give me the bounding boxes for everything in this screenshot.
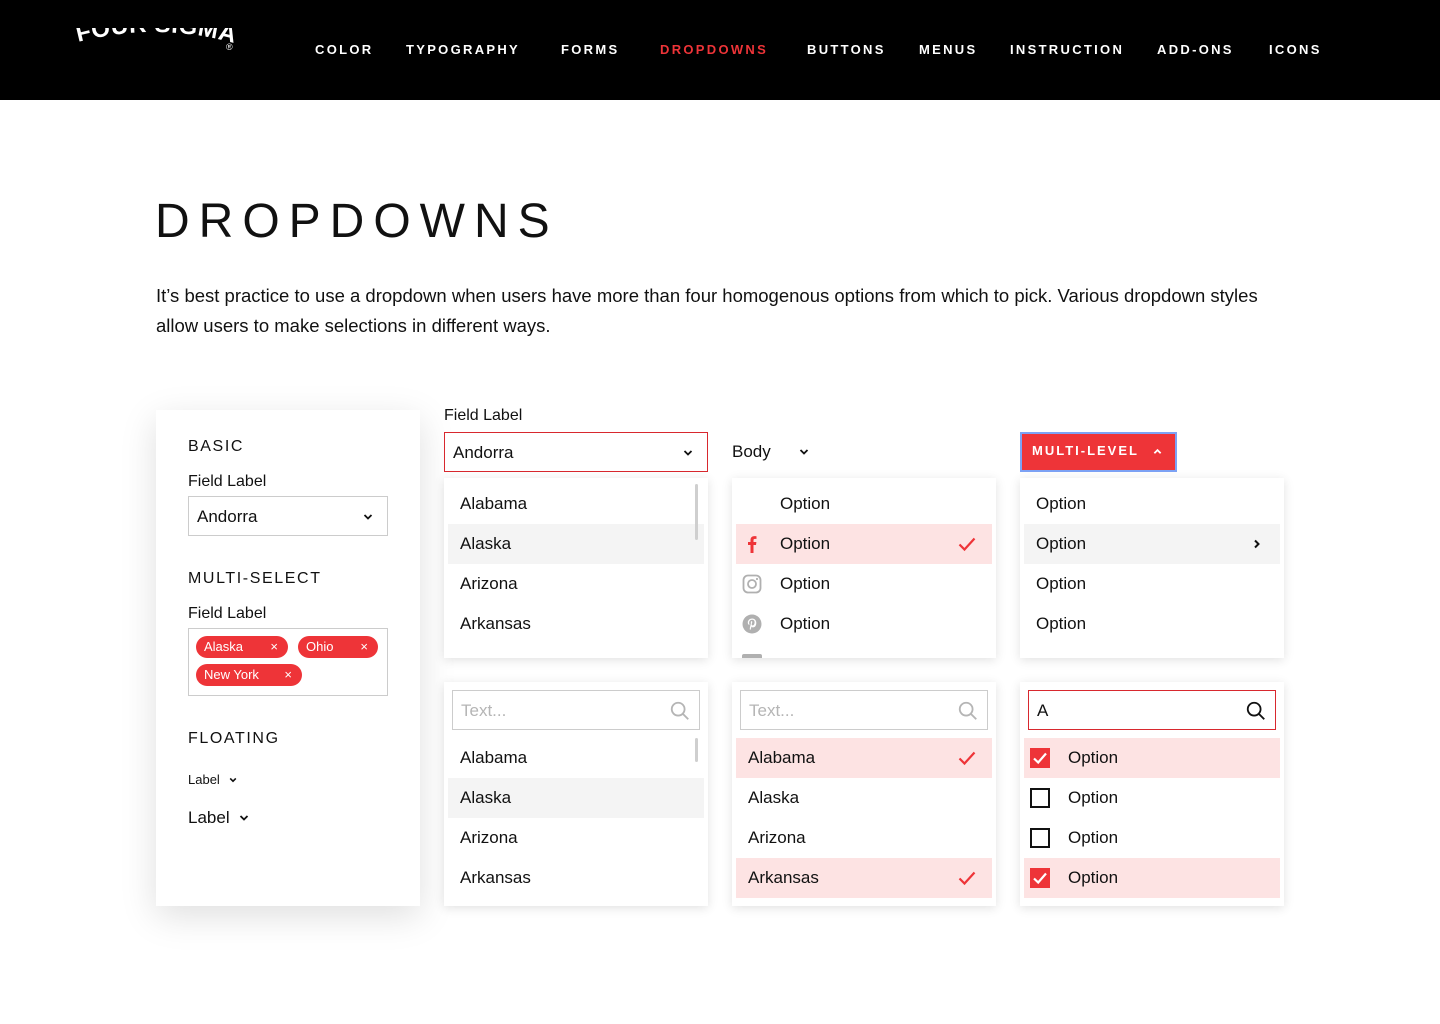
checkmark-icon [958,537,976,552]
nav-typography[interactable]: TYPOGRAPHY [406,42,520,58]
list-item-selected[interactable]: Alabama [736,738,992,778]
nav-add-ons[interactable]: ADD-ONS [1157,42,1234,58]
basic-select[interactable]: Andorra [188,496,388,536]
col1-select-value: Andorra [453,443,514,462]
list-item[interactable]: Option [736,484,992,524]
multi-select-box[interactable]: Alaska × Ohio × New York × [188,628,388,696]
checkbox-checked-icon[interactable] [1030,868,1050,888]
multi-select-field-label: Field Label [188,605,267,622]
scrollbar[interactable] [695,738,698,762]
search-icon [670,701,689,720]
nav-color[interactable]: COLOR [315,42,373,58]
floating-dropdown-small[interactable]: Label [188,772,248,788]
checkbox-item[interactable]: Option [1024,778,1280,818]
dropdown-types-card: BASIC Field Label Andorra MULTI-SELECT F… [156,410,420,906]
chip-remove-icon[interactable]: × [360,636,368,658]
nav-menus[interactable]: MENUS [919,42,977,58]
list-item[interactable]: Alaska [448,524,704,564]
col1-field-label: Field Label [444,407,523,424]
list-item[interactable]: Arizona [736,818,992,858]
nav-instruction[interactable]: INSTRUCTION [1010,42,1124,58]
col1-open-select[interactable]: Andorra [444,432,708,472]
floating-dropdown-large[interactable]: Label [188,808,258,828]
col2-search-input[interactable]: Text... [740,690,988,730]
chevron-down-icon [229,777,237,783]
col3-multi-level-list: Option Option Option Option [1020,478,1284,658]
list-item[interactable]: Option [736,564,992,604]
list-item[interactable]: Arizona [448,564,704,604]
instagram-icon [742,574,762,594]
chip-remove-icon[interactable]: × [284,664,292,686]
list-item-selected[interactable]: Arkansas [736,858,992,898]
chip-remove-icon[interactable]: × [270,636,278,658]
multi-select-section-title: MULTI-SELECT [188,570,322,587]
basic-field-label: Field Label [188,473,267,490]
list-item[interactable]: Arkansas [448,604,704,644]
chevron-up-icon [1153,448,1162,454]
list-item[interactable]: Arizona [448,818,704,858]
checkbox-checked-icon[interactable] [1030,748,1050,768]
list-item[interactable]: Alabama [448,738,704,778]
col1-option-list: Alabama Alaska Arizona Arkansas [444,478,708,658]
list-item[interactable]: Option [1024,604,1280,644]
nav-forms[interactable]: FORMS [561,42,619,58]
checkmark-icon [958,871,976,886]
scrollbar[interactable] [695,484,698,540]
checkbox-item[interactable]: Option [1024,818,1280,858]
facebook-icon [748,536,757,553]
checkbox-item-checked[interactable]: Option [1024,858,1280,898]
checkbox-empty-icon[interactable] [1030,828,1050,848]
chevron-down-icon [799,449,809,455]
chip-new-york: New York × [196,664,302,686]
chip-alaska: Alaska × [196,636,288,658]
checkbox-item-checked[interactable]: Option [1024,738,1280,778]
intro-paragraph: It’s best practice to use a dropdown whe… [156,285,1258,336]
pinterest-icon [742,614,762,634]
list-item[interactable]: Option [1024,484,1280,524]
chip-ohio: Ohio × [298,636,378,658]
chevron-right-icon [1254,539,1260,549]
col1-search-list-card: Text... Alabama Alaska Arizona Arkansas [444,682,708,906]
list-item[interactable]: Option [736,604,992,644]
partial-icon [742,654,762,658]
list-item[interactable]: Option [1024,564,1280,604]
multi-level-button[interactable]: MULTI-LEVEL [1020,432,1177,472]
nav-dropdowns[interactable]: DROPDOWNS [660,42,768,58]
search-icon [958,701,977,720]
col2-search-multi-list-card: Text... Alabama Alaska Arizona Arkansas [732,682,996,906]
floating-section-title: FLOATING [188,730,280,747]
list-item-submenu[interactable]: Option [1024,524,1280,564]
checkbox-empty-icon[interactable] [1030,788,1050,808]
list-item[interactable]: Alaska [448,778,704,818]
chevron-down-icon [363,514,373,520]
list-item[interactable]: Arkansas [448,858,704,898]
top-navigation-bar: FOUR SIGMATIC ® COLOR TYPOGRAPHY FORMS D… [0,0,1440,100]
body-dropdown[interactable]: Body [732,442,809,462]
col3-search-input[interactable]: A [1028,690,1276,730]
nav-buttons[interactable]: BUTTONS [807,42,886,58]
nav-icons[interactable]: ICONS [1269,42,1322,58]
search-icon [1246,701,1265,720]
main-nav: COLOR TYPOGRAPHY FORMS DROPDOWNS BUTTONS… [0,42,1440,60]
chevron-down-icon [683,450,693,456]
basic-section-title: BASIC [188,438,245,455]
chevron-down-icon [239,815,249,821]
col1-search-input[interactable]: Text... [452,690,700,730]
list-item[interactable]: Option [736,524,992,564]
list-item[interactable]: Alabama [448,484,704,524]
page-title: DROPDOWNS [155,195,559,248]
basic-select-value: Andorra [197,507,258,526]
list-item[interactable]: Alaska [736,778,992,818]
col2-icon-option-list: Option Option Option Option [732,478,996,658]
checkmark-icon [958,751,976,766]
col3-search-checkbox-card: A Option Option Option Option [1020,682,1284,906]
